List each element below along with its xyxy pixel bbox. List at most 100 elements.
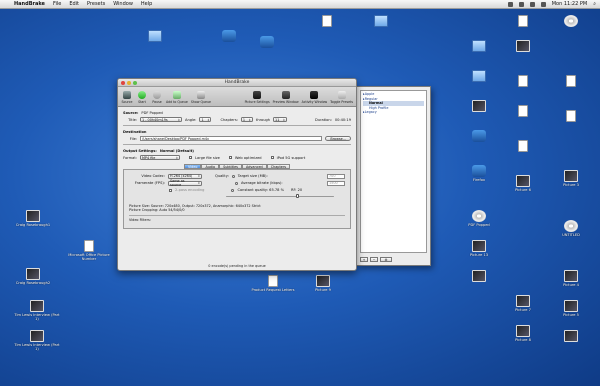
- bluetooth-icon[interactable]: [507, 1, 513, 7]
- desktop-icon[interactable]: Picture 6: [500, 175, 546, 192]
- format-select[interactable]: MP4 file: [140, 155, 180, 160]
- desktop-icon[interactable]: [500, 40, 546, 53]
- desktop-icon[interactable]: [132, 30, 178, 43]
- preset-label: Normal: [369, 101, 383, 106]
- toolbar-preview-window-button[interactable]: Preview Window: [273, 91, 299, 104]
- menu-app-name[interactable]: HandBrake: [14, 1, 45, 7]
- wifi-icon[interactable]: [518, 1, 524, 7]
- desktop-icon[interactable]: [304, 15, 350, 28]
- desktop-icon[interactable]: PDF Popped: [456, 210, 502, 227]
- desktop-icon[interactable]: Firefox: [456, 165, 502, 182]
- window-titlebar[interactable]: HandBrake: [118, 79, 356, 87]
- toolbar-toggle-presets-button[interactable]: Toggle Presets: [330, 91, 353, 104]
- browse-button[interactable]: Browse...: [325, 136, 351, 141]
- desktop-icon[interactable]: [500, 15, 546, 28]
- desktop-icon[interactable]: [456, 70, 502, 83]
- menu-window[interactable]: Window: [113, 1, 133, 7]
- desktop-icon[interactable]: Picture 4: [548, 270, 594, 287]
- presets-list: ▸ Apple ▸ Regular Normal High Profile ▸ Lega…: [360, 90, 427, 253]
- title-select[interactable]: 1 - 00h40m19s: [140, 117, 182, 122]
- desktop-icon[interactable]: [456, 130, 502, 143]
- desktop-icon[interactable]: [244, 36, 290, 49]
- quality-slider-knob[interactable]: [295, 193, 299, 198]
- desktop-icon-label: Picture 6: [515, 188, 531, 192]
- constant-quality-radio[interactable]: [231, 188, 235, 192]
- desktop-icon[interactable]: UNTITLED: [548, 220, 594, 237]
- toolbar-start-button[interactable]: Start: [136, 91, 148, 104]
- target-size-field[interactable]: 700: [327, 173, 345, 179]
- desktop-icon-label: Craig Rosebraugh2: [15, 281, 51, 285]
- desktop-icon[interactable]: [548, 330, 594, 343]
- desktop-icon[interactable]: Picture 13: [456, 240, 502, 257]
- avg-bitrate-label: Average bitrate (kbps):: [241, 181, 283, 185]
- file-path-field[interactable]: /Users/shane/Desktop/PDF Popped.m4v: [140, 136, 323, 141]
- preset-options-button[interactable]: ⚙: [380, 257, 392, 262]
- two-pass-checkbox[interactable]: [169, 188, 172, 192]
- angle-select[interactable]: 1: [199, 117, 212, 122]
- folder-icon: [472, 40, 486, 52]
- play-icon: [138, 91, 146, 99]
- app-icon: [472, 130, 486, 142]
- menu-help[interactable]: Help: [141, 1, 152, 7]
- desktop-icon[interactable]: [548, 15, 594, 28]
- desktop-icon-label: UNTITLED: [562, 233, 580, 237]
- web-optimized-checkbox[interactable]: [228, 156, 232, 159]
- desktop-icon-label: Picture 7: [515, 308, 531, 312]
- preset-label: High Profile: [369, 105, 389, 110]
- add-preset-button[interactable]: +: [360, 257, 368, 262]
- divider: [123, 125, 351, 126]
- desktop-icon[interactable]: [456, 270, 502, 283]
- desktop-icon[interactable]: [548, 75, 594, 88]
- preset-item[interactable]: ▸ Legacy: [363, 110, 424, 115]
- desktop-icon[interactable]: Tim Lewis Interview (Part 1): [14, 330, 60, 351]
- chapter-to-select[interactable]: 11: [273, 117, 288, 122]
- desktop-icon[interactable]: Picture 9: [300, 275, 346, 292]
- chapter-from-select[interactable]: 1: [240, 117, 253, 122]
- avg-bitrate-radio[interactable]: [235, 181, 238, 185]
- toolbar-picture-settings-button[interactable]: Picture Settings: [245, 91, 270, 104]
- toolbar-source-button[interactable]: Source: [121, 91, 133, 104]
- desktop-icon[interactable]: Microsoft Office Picture Number: [66, 240, 112, 261]
- video-codec-select[interactable]: H.264 (x264): [168, 173, 202, 179]
- menu-edit[interactable]: Edit: [69, 1, 79, 7]
- doc-icon: [518, 140, 528, 152]
- ipod-checkbox[interactable]: [270, 156, 274, 159]
- desktop-icon[interactable]: Picture 8: [500, 325, 546, 342]
- desktop-icon[interactable]: Picture 3: [548, 170, 594, 187]
- desktop-icon[interactable]: [548, 110, 594, 123]
- desktop-icon[interactable]: Picture 7: [500, 295, 546, 312]
- avg-bitrate-field[interactable]: 1500: [327, 180, 345, 186]
- desktop-icon[interactable]: [358, 15, 404, 28]
- toolbar-add-to-queue-button[interactable]: Add to Queue: [166, 91, 188, 104]
- toolbar-activity-window-button[interactable]: Activity Window: [302, 91, 327, 104]
- toolbar-label: Add to Queue: [166, 100, 188, 104]
- framerate-select[interactable]: Same as source: [168, 179, 202, 187]
- menu-clock[interactable]: Mon 11:22 PM: [552, 1, 587, 7]
- large-file-checkbox[interactable]: [189, 156, 192, 159]
- preset-label: Legacy: [364, 110, 377, 115]
- desktop-icon[interactable]: [456, 40, 502, 53]
- target-size-radio[interactable]: [231, 174, 235, 178]
- remove-preset-button[interactable]: −: [370, 257, 378, 262]
- desktop-icon[interactable]: [500, 105, 546, 118]
- desktop-icon[interactable]: Picture 5: [548, 300, 594, 317]
- add-queue-icon: [172, 91, 181, 99]
- volume-icon[interactable]: [529, 1, 535, 7]
- spotlight-icon[interactable]: ⌕: [593, 1, 596, 7]
- preview-icon: [281, 91, 290, 99]
- desktop-icon-label: Craig Rosebraugh1: [15, 223, 51, 227]
- quality-slider[interactable]: [129, 193, 345, 200]
- menu-presets[interactable]: Presets: [87, 1, 105, 7]
- desktop-icon[interactable]: Tim Lewis Interview (Part 1): [14, 300, 60, 321]
- menu-file[interactable]: File: [53, 1, 61, 7]
- desktop-icon[interactable]: Product Request Letters: [250, 275, 296, 292]
- desktop-icon[interactable]: [500, 75, 546, 88]
- doc-icon: [566, 110, 576, 122]
- desktop-icon[interactable]: Craig Rosebraugh2: [10, 268, 56, 285]
- desktop-icon[interactable]: [500, 140, 546, 153]
- battery-icon[interactable]: [540, 1, 546, 7]
- toolbar-pause-button[interactable]: Pause: [151, 91, 163, 104]
- desktop-icon[interactable]: [456, 100, 502, 113]
- desktop-icon[interactable]: Craig Rosebraugh1: [10, 210, 56, 227]
- toolbar-show-queue-button[interactable]: Show Queue: [191, 91, 211, 104]
